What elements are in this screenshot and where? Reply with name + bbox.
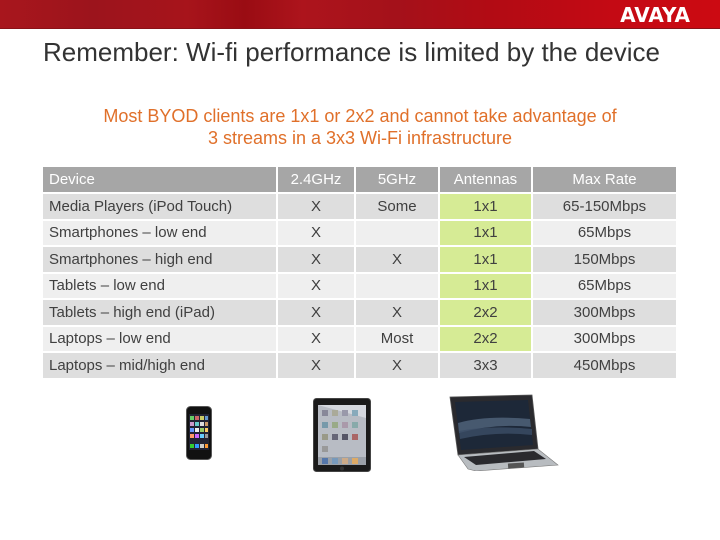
table-row: Tablets – high end (iPad) X X 2x2 300Mbps — [43, 300, 676, 325]
cell-device: Smartphones – low end — [43, 220, 276, 245]
col-header-24ghz: 2.4GHz — [278, 167, 354, 192]
cell-device: Laptops – mid/high end — [43, 353, 276, 378]
laptop-image — [449, 394, 559, 471]
cell-device: Tablets – high end (iPad) — [43, 300, 276, 325]
cell-antennas: 3x3 — [440, 353, 531, 378]
cell-24ghz: X — [278, 220, 354, 245]
cell-max-rate: 65-150Mbps — [533, 194, 676, 219]
table-header-row: Device 2.4GHz 5GHz Antennas Max Rate — [43, 167, 676, 192]
cell-device: Tablets – low end — [43, 273, 276, 298]
cell-5ghz — [356, 273, 438, 298]
ipod-touch-image — [186, 406, 212, 460]
cell-5ghz: X — [356, 247, 438, 272]
cell-24ghz: X — [278, 353, 354, 378]
device-table: Device 2.4GHz 5GHz Antennas Max Rate Med… — [41, 165, 678, 380]
slide-title: Remember: Wi-fi performance is limited b… — [43, 37, 660, 67]
cell-device: Media Players (iPod Touch) — [43, 194, 276, 219]
table-row: Media Players (iPod Touch) X Some 1x1 65-150… — [43, 194, 676, 219]
cell-max-rate: 300Mbps — [533, 300, 676, 325]
cell-antennas: 1x1 — [440, 194, 531, 219]
cell-24ghz: X — [278, 273, 354, 298]
cell-antennas: 1x1 — [440, 220, 531, 245]
ipad-image — [313, 398, 371, 472]
cell-antennas: 1x1 — [440, 273, 531, 298]
cell-5ghz: X — [356, 353, 438, 378]
table-row: Tablets – low end X 1x1 65Mbps — [43, 273, 676, 298]
table-row: Laptops – low end X Most 2x2 300Mbps — [43, 326, 676, 351]
col-header-max-rate: Max Rate — [533, 167, 676, 192]
cell-24ghz: X — [278, 247, 354, 272]
cell-24ghz: X — [278, 300, 354, 325]
cell-5ghz: Most — [356, 326, 438, 351]
slide-subtitle: Most BYOD clients are 1x1 or 2x2 and can… — [103, 106, 617, 148]
cell-24ghz: X — [278, 326, 354, 351]
cell-max-rate: 65Mbps — [533, 273, 676, 298]
table-row: Smartphones – high end X X 1x1 150Mbps — [43, 247, 676, 272]
cell-antennas: 2x2 — [440, 300, 531, 325]
cell-antennas: 1x1 — [440, 247, 531, 272]
cell-24ghz: X — [278, 194, 354, 219]
cell-device: Laptops – low end — [43, 326, 276, 351]
cell-antennas: 2x2 — [440, 326, 531, 351]
cell-5ghz — [356, 220, 438, 245]
col-header-5ghz: 5GHz — [356, 167, 438, 192]
cell-device: Smartphones – high end — [43, 247, 276, 272]
header-bar: AVAYA — [0, 0, 720, 29]
cell-5ghz: Some — [356, 194, 438, 219]
col-header-device: Device — [43, 167, 276, 192]
col-header-antennas: Antennas — [440, 167, 531, 192]
table-row: Smartphones – low end X 1x1 65Mbps — [43, 220, 676, 245]
avaya-logo: AVAYA — [620, 3, 690, 27]
cell-max-rate: 65Mbps — [533, 220, 676, 245]
cell-max-rate: 300Mbps — [533, 326, 676, 351]
cell-5ghz: X — [356, 300, 438, 325]
table-row: Laptops – mid/high end X X 3x3 450Mbps — [43, 353, 676, 378]
cell-max-rate: 150Mbps — [533, 247, 676, 272]
cell-max-rate: 450Mbps — [533, 353, 676, 378]
